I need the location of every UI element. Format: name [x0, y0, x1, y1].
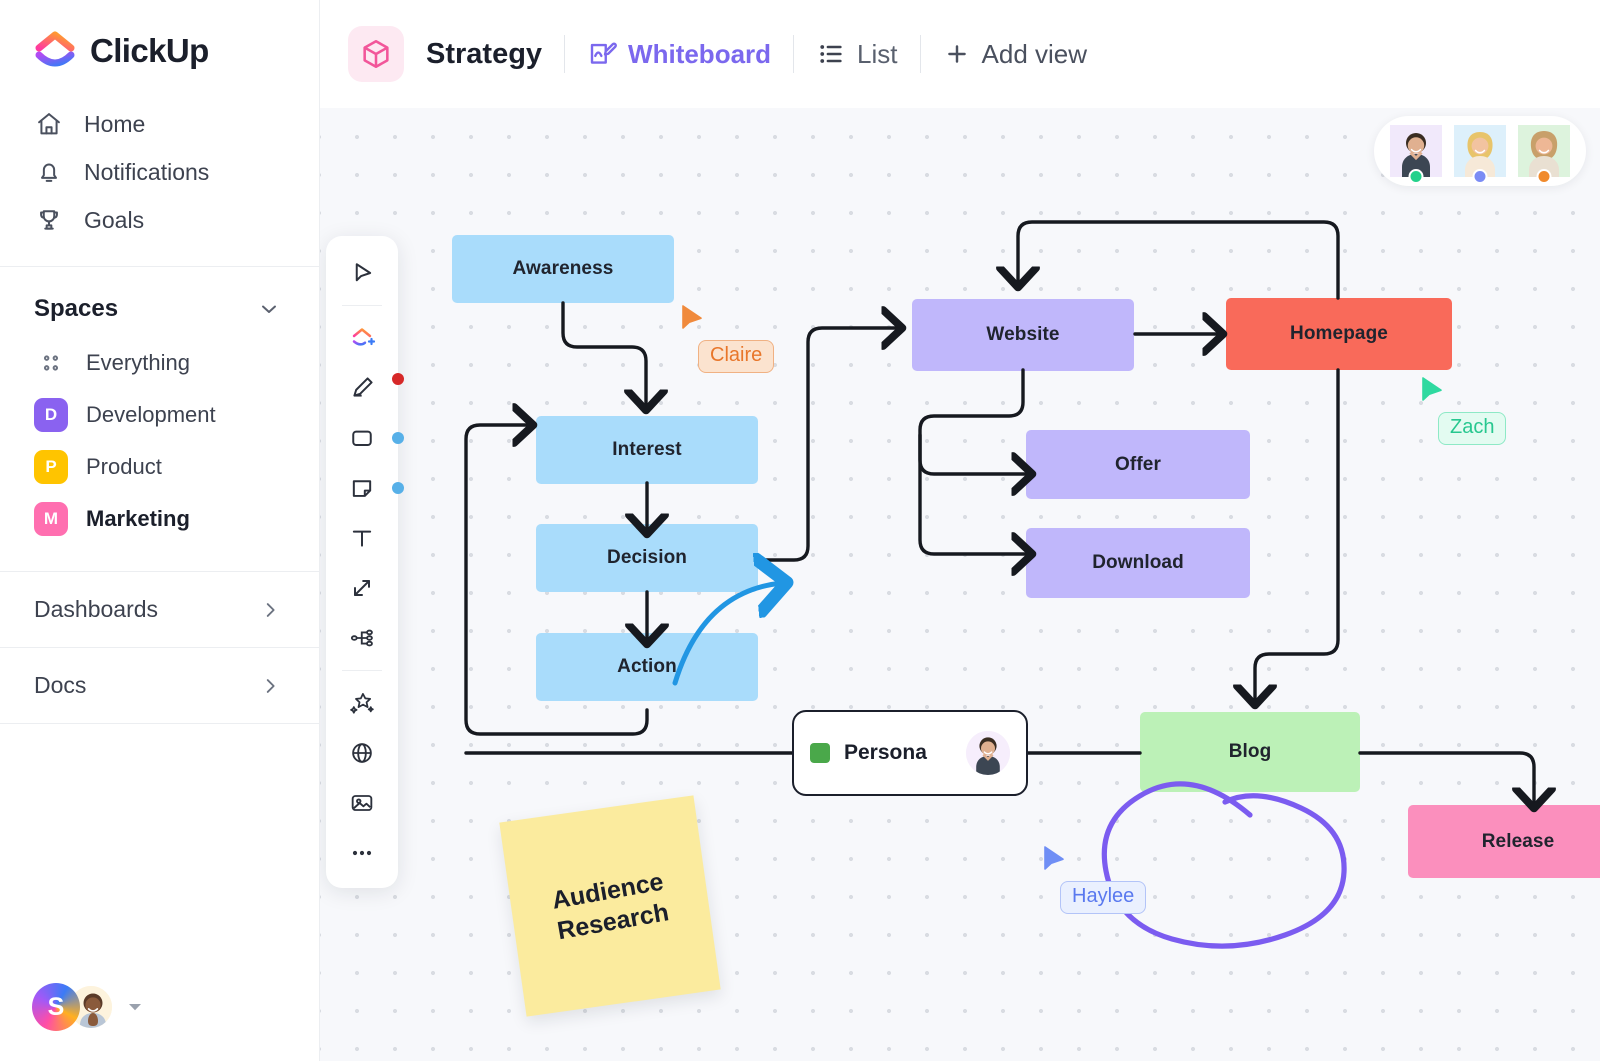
space-label: Development	[86, 402, 216, 428]
select-tool[interactable]	[326, 248, 398, 298]
collaborator-1-avatar[interactable]	[1390, 125, 1442, 177]
spaces-list: Everything D Development P Product M Mar…	[0, 337, 319, 545]
whiteboard-icon	[587, 39, 617, 69]
whiteboard-canvas[interactable]: Awareness Interest Decision Action Websi…	[320, 108, 1600, 1061]
bell-icon	[34, 157, 64, 187]
more-tool[interactable]	[326, 828, 398, 878]
tab-whiteboard[interactable]: Whiteboard	[587, 39, 771, 70]
status-dot	[1409, 169, 1424, 184]
sidebar-item-docs[interactable]: Docs	[0, 648, 319, 723]
sidebar-item-label: Docs	[34, 672, 86, 699]
page-header: Strategy Whiteboard List	[320, 0, 1600, 108]
user-area[interactable]: S	[32, 983, 144, 1031]
status-dot	[1473, 169, 1488, 184]
chevron-right-icon	[259, 599, 281, 621]
divider	[342, 305, 382, 306]
sidebar-item-home[interactable]: Home	[0, 100, 319, 148]
pen-color-dot[interactable]	[392, 373, 404, 385]
shapes-tool[interactable]	[326, 313, 398, 363]
lasso-highlight	[1104, 784, 1344, 946]
tab-list[interactable]: List	[816, 39, 897, 70]
divider	[0, 723, 319, 724]
sticky-note-tool[interactable]	[326, 463, 398, 513]
sticky-note[interactable]: Audience Research	[499, 795, 720, 1016]
sidebar-item-label: Home	[84, 111, 145, 138]
brand[interactable]: ClickUp	[0, 0, 319, 72]
collaborator-2-avatar[interactable]	[1454, 125, 1506, 177]
sidebar-item-goals[interactable]: Goals	[0, 196, 319, 244]
spaces-header[interactable]: Spaces	[0, 267, 319, 337]
cursor-arrow-icon	[1420, 376, 1448, 408]
sidebar-item-label: Dashboards	[34, 596, 158, 623]
sticky-note-text: Audience Research	[549, 866, 670, 946]
shape-color-dot[interactable]	[392, 432, 404, 444]
status-dot	[1537, 169, 1552, 184]
cursor-label: Claire	[698, 340, 774, 373]
connector-tool[interactable]	[326, 563, 398, 613]
sidebar-item-label: Goals	[84, 207, 144, 234]
sidebar-item-marketing[interactable]: M Marketing	[0, 493, 319, 545]
sidebar-item-dashboards[interactable]: Dashboards	[0, 572, 319, 647]
sidebar-item-development[interactable]: D Development	[0, 389, 319, 441]
divider	[342, 670, 382, 671]
tab-label: List	[857, 39, 897, 70]
rectangle-tool[interactable]	[326, 413, 398, 463]
plus-icon	[943, 40, 971, 68]
cursor-zach: Zach	[1420, 376, 1448, 408]
persona-label: Persona	[844, 741, 952, 765]
tab-label: Whiteboard	[628, 39, 771, 70]
image-tool[interactable]	[326, 778, 398, 828]
sidebar-item-notifications[interactable]: Notifications	[0, 148, 319, 196]
divider	[564, 35, 565, 73]
chevron-right-icon	[259, 675, 281, 697]
cursor-arrow-icon	[680, 304, 708, 336]
page-title: Strategy	[426, 38, 542, 71]
space-label: Product	[86, 454, 162, 480]
cursor-haylee: Haylee	[1042, 845, 1070, 877]
text-tool[interactable]	[326, 513, 398, 563]
ai-tool[interactable]	[326, 678, 398, 728]
divider	[920, 35, 921, 73]
home-icon	[34, 109, 64, 139]
collaborator-avatars	[1374, 116, 1586, 186]
space-label: Marketing	[86, 506, 190, 532]
list-icon	[816, 39, 846, 69]
sidebar-item-product[interactable]: P Product	[0, 441, 319, 493]
caret-down-icon[interactable]	[126, 998, 144, 1016]
trophy-icon	[34, 205, 64, 235]
divider	[793, 35, 794, 73]
whiteboard-toolbar	[326, 236, 398, 888]
cube-icon	[348, 26, 404, 82]
add-view-label: Add view	[982, 39, 1088, 70]
status-badge	[810, 743, 830, 763]
collaborator-3-avatar[interactable]	[1518, 125, 1570, 177]
sidebar-item-everything[interactable]: Everything	[0, 337, 319, 389]
add-view-button[interactable]: Add view	[943, 39, 1088, 70]
workspace-avatar[interactable]: S	[32, 983, 80, 1031]
chevron-down-icon[interactable]	[257, 297, 281, 321]
space-badge: D	[34, 398, 68, 432]
persona-card[interactable]: Persona	[792, 710, 1028, 796]
sticky-color-dot[interactable]	[392, 482, 404, 494]
spaces-title: Spaces	[34, 295, 118, 323]
cursor-label: Haylee	[1060, 881, 1146, 914]
brand-name: ClickUp	[90, 32, 209, 70]
space-badge: M	[34, 502, 68, 536]
cursor-label: Zach	[1438, 412, 1506, 445]
embed-tool[interactable]	[326, 728, 398, 778]
pen-tool[interactable]	[326, 363, 398, 413]
space-badge: P	[34, 450, 68, 484]
sidebar: ClickUp Home Notifications	[0, 0, 320, 1061]
cursor-arrow-icon	[1042, 845, 1070, 877]
clickup-logo-icon	[34, 30, 76, 72]
grid-dots-icon	[34, 346, 68, 380]
cursor-claire: Claire	[680, 304, 708, 336]
primary-nav: Home Notifications Goals	[0, 100, 319, 244]
avatar	[966, 731, 1010, 775]
space-label: Everything	[86, 350, 190, 376]
sidebar-item-label: Notifications	[84, 159, 209, 186]
mindmap-tool[interactable]	[326, 613, 398, 663]
